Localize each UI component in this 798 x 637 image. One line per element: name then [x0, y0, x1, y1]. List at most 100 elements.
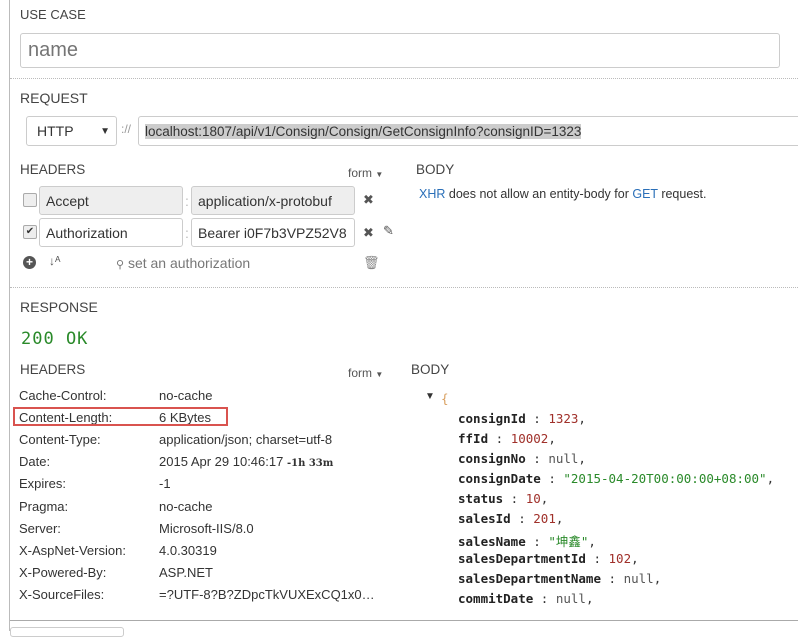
json-value: "2015-04-20T00:00:00+08:00": [563, 471, 767, 486]
form-label: form: [348, 166, 372, 180]
relative-time: -1h 33m: [286, 458, 334, 470]
protocol-select[interactable]: HTTP ▼: [26, 116, 117, 146]
header-value-text: ASP.NET: [159, 564, 213, 580]
get-link[interactable]: GET: [632, 187, 657, 201]
header-value-text: Microsoft-IIS/8.0: [159, 520, 254, 536]
json-key: salesId: [458, 511, 511, 526]
url-input[interactable]: localhost:1807/api/v1/Consign/Consign/Ge…: [138, 116, 798, 146]
sort-icon[interactable]: ↓ᴬ: [49, 254, 60, 268]
protocol-value: HTTP: [37, 123, 74, 139]
response-header-name: Content-Type:: [19, 432, 101, 448]
header-enable-checkbox[interactable]: ✔: [23, 225, 37, 239]
json-property: salesName : "坤鑫",: [458, 534, 596, 549]
header-value-input[interactable]: Bearer i0F7b3VPZ52V8: [191, 218, 355, 247]
response-header-value: ASP.NET: [159, 565, 213, 580]
response-header-name: X-AspNet-Version:: [19, 542, 126, 558]
collapse-toggle-icon[interactable]: ▼: [425, 391, 435, 402]
response-form-toggle[interactable]: form ▼: [348, 366, 383, 380]
response-header-name: X-SourceFiles:: [19, 586, 105, 602]
response-header-name: Cache-Control:: [19, 388, 107, 403]
divider: [10, 287, 798, 288]
header-key-input[interactable]: Accept: [39, 186, 183, 215]
trash-icon[interactable]: 🗑: [363, 255, 380, 271]
request-body-message: XHR does not allow an entity-body for GE…: [419, 187, 706, 201]
response-body-label: BODY: [411, 362, 450, 377]
use-case-name-input[interactable]: [20, 33, 780, 68]
json-property: status : 10,: [458, 491, 549, 506]
response-header-name: Date:: [19, 454, 51, 470]
response-header-name: Server:: [19, 520, 61, 536]
json-key: status: [458, 491, 504, 506]
response-header-name: Pragma:: [19, 498, 69, 514]
json-property: commitDate : null,: [458, 591, 594, 606]
header-enable-checkbox[interactable]: [23, 193, 37, 207]
response-headers-label: HEADERS: [20, 362, 86, 377]
request-headers-label: HEADERS: [20, 162, 86, 177]
json-value: 10: [525, 491, 541, 506]
form-label: form: [348, 366, 372, 380]
json-value: 201: [533, 511, 556, 526]
set-auth-label: set an authorization: [127, 255, 251, 271]
caret-down-icon: ▼: [100, 125, 110, 137]
header-value-input[interactable]: application/x-protobuf: [191, 186, 355, 215]
pencil-icon[interactable]: ✎: [383, 223, 394, 239]
response-header-value: =?UTF-8?B?ZDpcTkVUXExCQ1x0…: [159, 587, 375, 602]
json-key: consignId: [458, 411, 526, 426]
json-property: salesDepartmentId : 102,: [458, 551, 639, 566]
response-header-name: Expires:: [19, 476, 66, 492]
divider: [10, 78, 798, 79]
add-header-icon[interactable]: +: [23, 256, 36, 269]
json-key: commitDate: [458, 591, 534, 606]
divider: [10, 620, 798, 621]
json-value: null: [548, 451, 579, 466]
header-value-text: no-cache: [159, 498, 213, 514]
remove-icon[interactable]: ✖: [363, 225, 374, 241]
header-value-text: 2015 Apr 29 10:46:17: [159, 454, 284, 470]
response-header-name: X-Powered-By:: [19, 564, 107, 580]
remove-icon[interactable]: ✖: [363, 192, 374, 208]
response-header-value: -1: [159, 476, 171, 491]
json-property: consignDate : "2015-04-20T00:00:00+08:00…: [458, 471, 775, 486]
json-key: ffId: [458, 431, 489, 446]
caret-down-icon: ▼: [375, 170, 384, 179]
bottom-button[interactable]: [10, 627, 124, 637]
response-header-value: no-cache: [159, 499, 212, 514]
url-separator: ://: [121, 122, 132, 136]
header-value-text: =?UTF-8?B?ZDpcTkVUXExCQ1x0…: [159, 586, 375, 602]
use-case-label: USE CASE: [20, 7, 86, 22]
request-body-label: BODY: [416, 162, 455, 177]
json-value: "坤鑫": [548, 534, 589, 549]
json-key: consignNo: [458, 451, 526, 466]
header-value-text: application/json; charset=utf-8: [159, 432, 333, 448]
header-value-text: 4.0.30319: [159, 542, 217, 558]
request-form-toggle[interactable]: form ▼: [348, 166, 383, 180]
body-msg-end: request.: [661, 187, 707, 201]
header-key-input[interactable]: Authorization: [39, 218, 183, 247]
json-property: salesId : 201,: [458, 511, 564, 526]
request-label: REQUEST: [20, 90, 88, 106]
response-label: RESPONSE: [20, 299, 98, 315]
colon: :: [185, 193, 189, 209]
json-key: salesDepartmentName: [458, 571, 601, 586]
response-header-value: 2015 Apr 29 10:46:17 -1h 33m: [159, 454, 333, 469]
json-open-brace: {: [441, 391, 449, 406]
key-icon: ⚲: [116, 259, 125, 271]
json-value: 10002: [510, 431, 549, 446]
json-value: null: [623, 571, 654, 586]
json-key: consignDate: [458, 471, 541, 486]
url-text: localhost:1807/api/v1/Consign/Consign/Ge…: [145, 123, 582, 139]
response-header-value: 4.0.30319: [159, 543, 217, 558]
response-header-value: application/json; charset=utf-8: [159, 432, 332, 447]
json-value: null: [555, 591, 586, 606]
json-value: 1323: [548, 411, 579, 426]
json-property: ffId : 10002,: [458, 431, 556, 446]
header-value-text: -1: [159, 476, 171, 492]
json-property: salesDepartmentName : null,: [458, 571, 662, 586]
highlight-box: [13, 407, 228, 426]
xhr-link[interactable]: XHR: [419, 187, 445, 201]
json-property: consignNo : null,: [458, 451, 586, 466]
response-header-value: Microsoft-IIS/8.0: [159, 521, 254, 536]
left-border: [9, 0, 10, 631]
set-authorization-link[interactable]: ⚲ set an authorization: [116, 255, 250, 271]
json-value: 102: [608, 551, 632, 566]
